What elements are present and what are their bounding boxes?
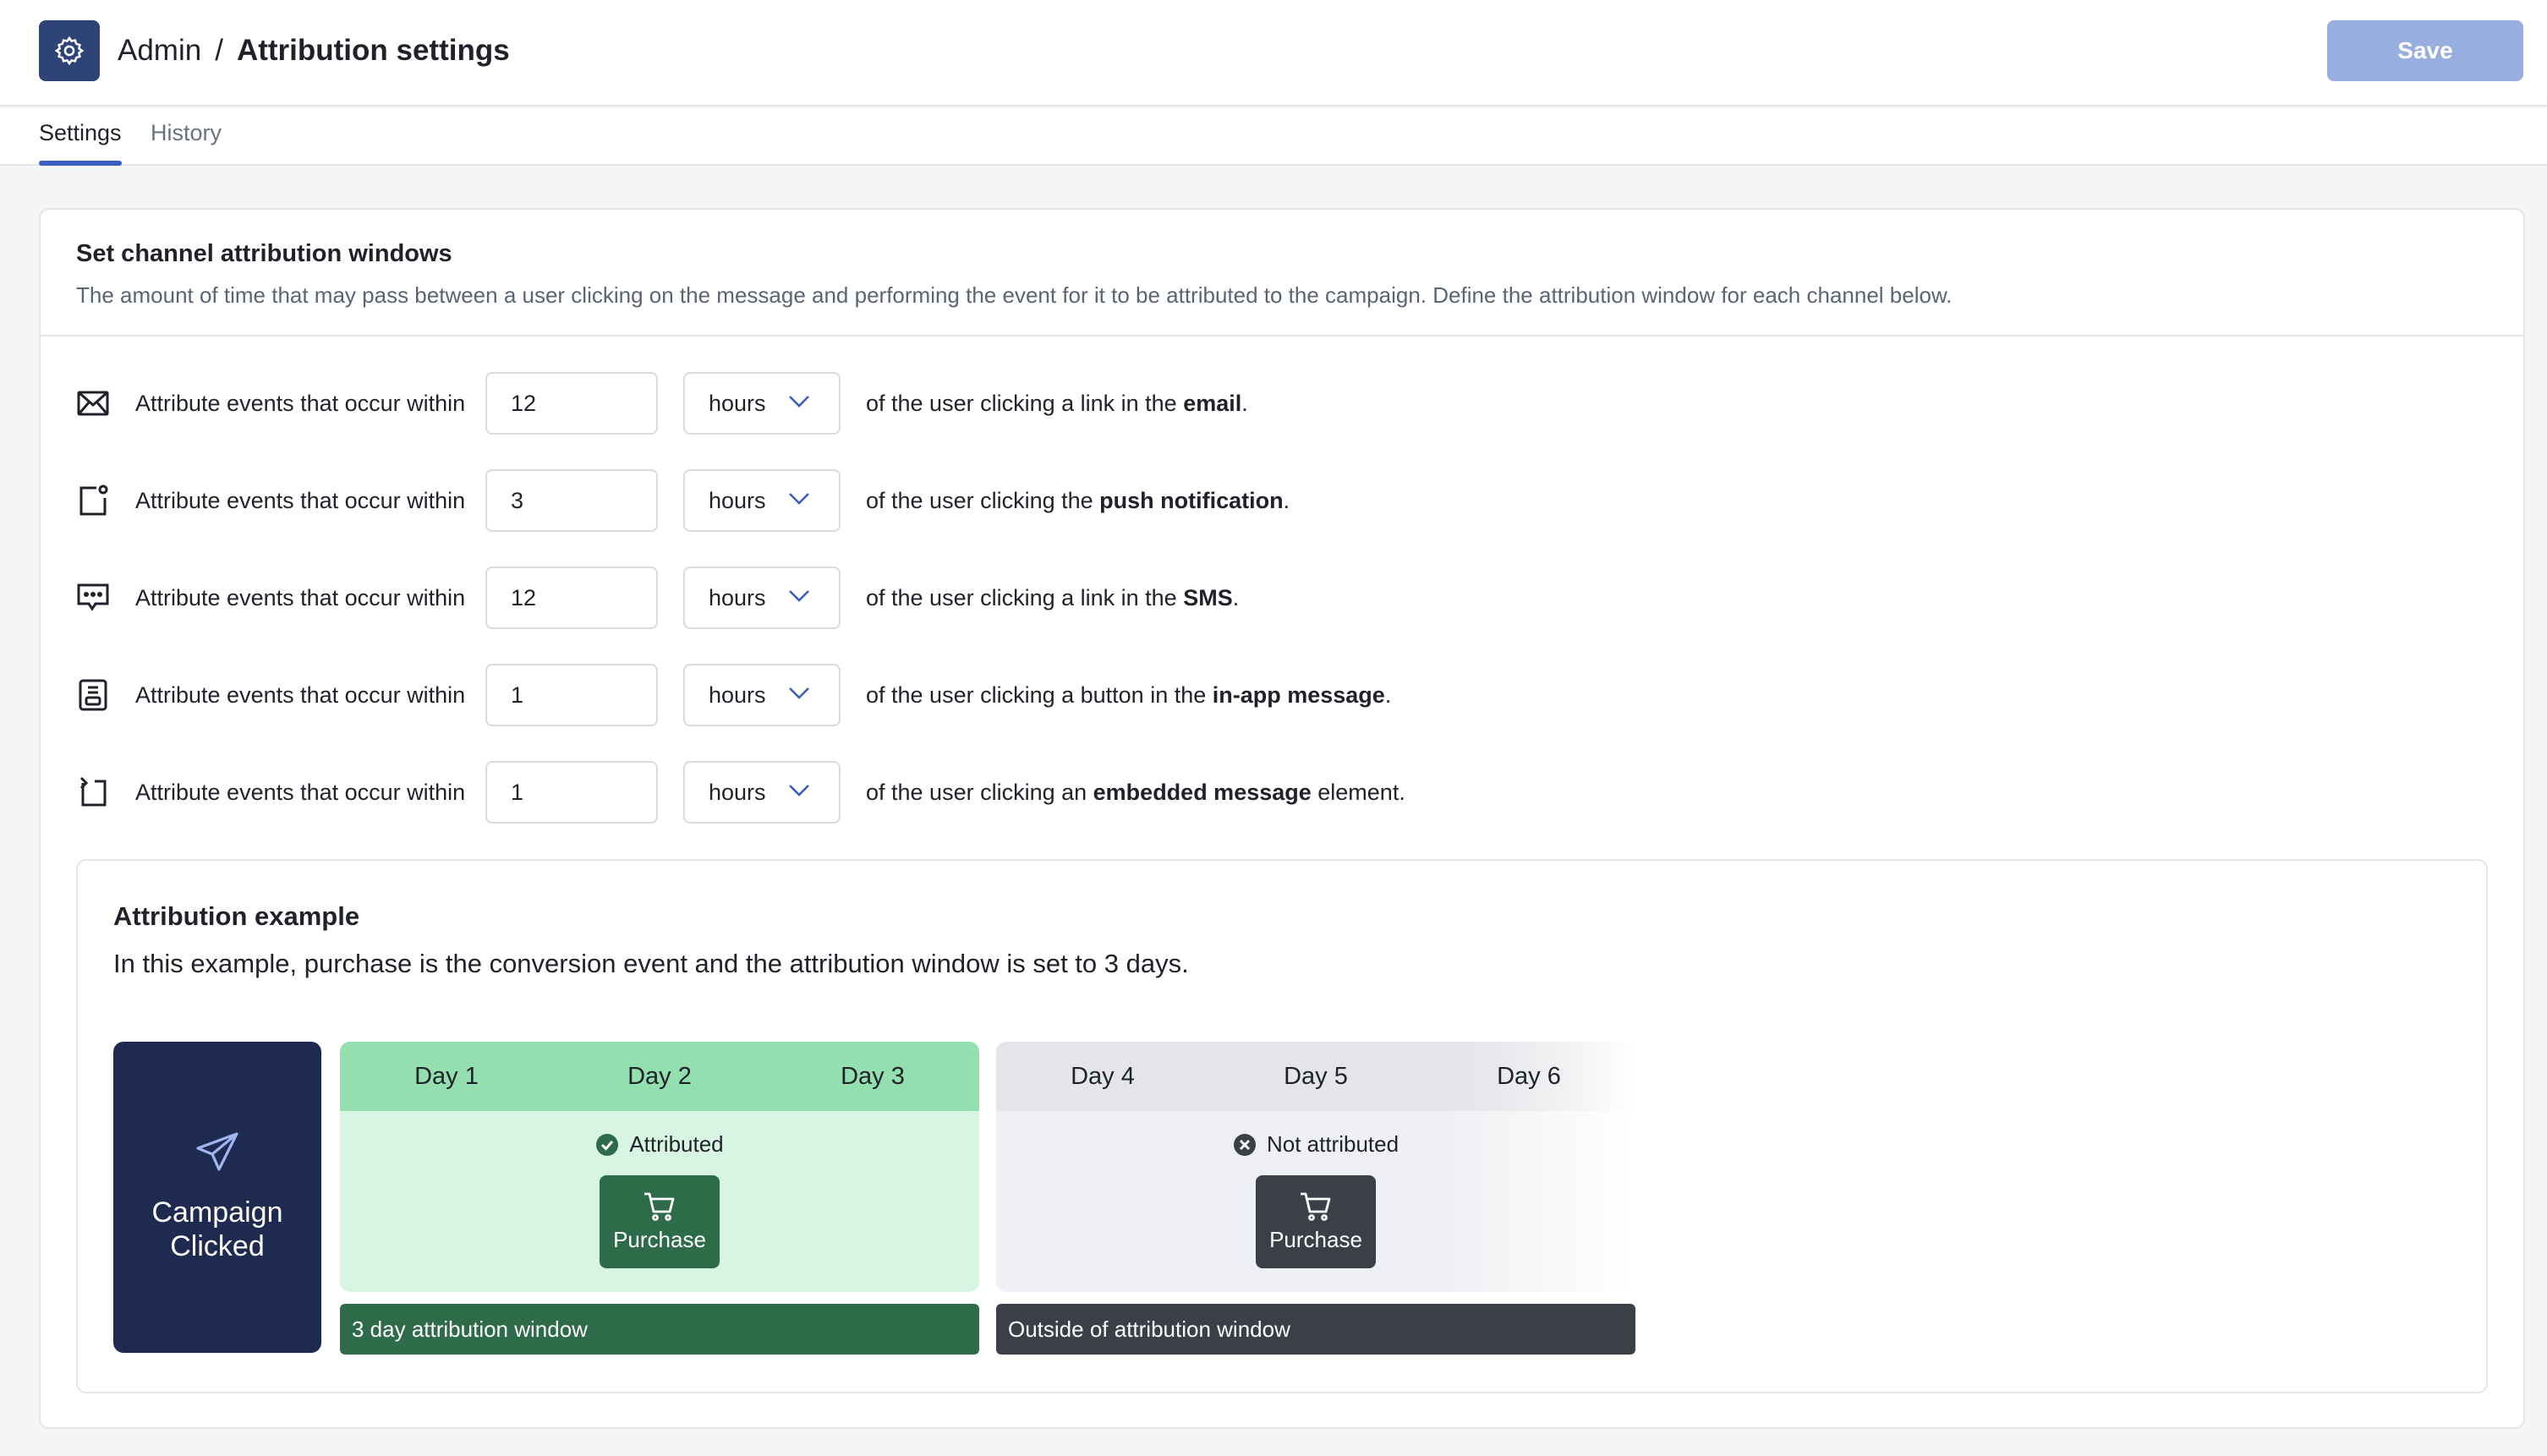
email-unit-select[interactable]: hours [683,372,841,435]
row-label: Attribute events that occur within [135,390,466,416]
attribution-row-push: Attribute events that occur within hours… [76,469,1290,532]
day-label: Day 2 [627,1062,692,1090]
unit-value: hours [709,681,766,708]
in-app-window-input[interactable] [485,664,658,726]
row-label: Attribute events that occur within [135,681,466,708]
card-header: Set channel attribution windows The amou… [41,210,2523,337]
chevron-down-icon [789,687,809,699]
example-description: In this example, purchase is the convers… [113,949,1189,978]
gear-icon [39,20,100,81]
cart-icon [644,1192,675,1221]
check-circle-icon [596,1133,619,1156]
row-suffix: of the user clicking a link in the email… [866,390,1248,416]
campaign-clicked-label: Campaign Clicked [151,1196,283,1262]
email-window-input[interactable] [485,372,658,435]
page-title: Attribution settings [236,34,510,67]
row-suffix: of the user clicking an embedded message… [866,779,1405,805]
x-circle-icon [1233,1133,1256,1156]
row-label: Attribute events that occur within [135,487,466,513]
row-suffix: of the user clicking a button in the in-… [866,681,1392,708]
breadcrumb: Admin / Attribution settings [118,30,510,71]
section-description: The amount of time that may pass between… [76,282,1953,308]
chevron-down-icon [789,493,809,505]
breadcrumb-admin[interactable]: Admin [118,34,201,68]
chevron-down-icon [789,785,809,796]
section-title: Set channel attribution windows [76,240,452,267]
attribution-windows-card: Set channel attribution windows The amou… [39,208,2525,1429]
purchase-event-attributed: Purchase [600,1175,720,1268]
day-label: Day 1 [414,1062,479,1090]
day-label: Day 4 [1071,1062,1135,1090]
attribution-window-bar: 3 day attribution window [340,1304,979,1355]
outside-window: Day 4 Day 5 Day 6 Not attributed Purchas… [996,1042,1635,1292]
attribution-row-in-app: Attribute events that occur within hours… [76,664,1391,726]
attribution-row-sms: Attribute events that occur within hours… [76,567,1239,629]
push-notification-icon [76,484,110,517]
row-suffix: of the user clicking a link in the SMS. [866,584,1240,610]
tab-settings[interactable]: Settings [39,120,122,166]
attributed-status: Attributed [340,1131,979,1158]
day-label: Day 3 [841,1062,905,1090]
chevron-down-icon [789,590,809,602]
sms-window-input[interactable] [485,567,658,629]
cart-icon [1301,1192,1331,1221]
embedded-message-icon [76,775,110,809]
day-label: Day 6 [1497,1062,1561,1090]
push-window-input[interactable] [485,469,658,532]
tab-bar: Settings History [0,108,2547,166]
in-app-message-icon [76,678,110,712]
attributed-window: Day 1 Day 2 Day 3 Attributed Purchase [340,1042,979,1292]
not-attributed-status: Not attributed [996,1131,1635,1158]
sms-icon [76,581,110,615]
save-button[interactable]: Save [2327,20,2523,81]
row-label: Attribute events that occur within [135,584,466,610]
embedded-unit-select[interactable]: hours [683,761,841,824]
attributed-days: Day 1 Day 2 Day 3 [340,1042,979,1111]
unit-value: hours [709,487,766,513]
attribution-row-embedded: Attribute events that occur within hours… [76,761,1405,824]
unit-value: hours [709,779,766,805]
email-icon [76,386,110,420]
outside-days: Day 4 Day 5 Day 6 [996,1042,1635,1111]
sms-unit-select[interactable]: hours [683,567,841,629]
chevron-down-icon [789,396,809,408]
attribution-row-email: Attribute events that occur within hours… [76,372,1248,435]
breadcrumb-separator: / [215,34,223,67]
day-label: Day 5 [1284,1062,1348,1090]
embedded-window-input[interactable] [485,761,658,824]
row-suffix: of the user clicking the push notificati… [866,487,1290,513]
outside-window-bar: Outside of attribution window [996,1304,1635,1355]
purchase-event-not-attributed: Purchase [1256,1175,1376,1268]
example-title: Attribution example [113,901,360,931]
push-unit-select[interactable]: hours [683,469,841,532]
in-app-unit-select[interactable]: hours [683,664,841,726]
attribution-example-panel: Attribution example In this example, pur… [76,859,2488,1393]
app-header: Admin / Attribution settings Save [0,0,2547,107]
row-label: Attribute events that occur within [135,779,466,805]
unit-value: hours [709,584,766,610]
paper-plane-icon [196,1132,238,1171]
tab-history[interactable]: History [151,120,222,166]
unit-value: hours [709,390,766,416]
campaign-clicked-box: Campaign Clicked [113,1042,321,1353]
